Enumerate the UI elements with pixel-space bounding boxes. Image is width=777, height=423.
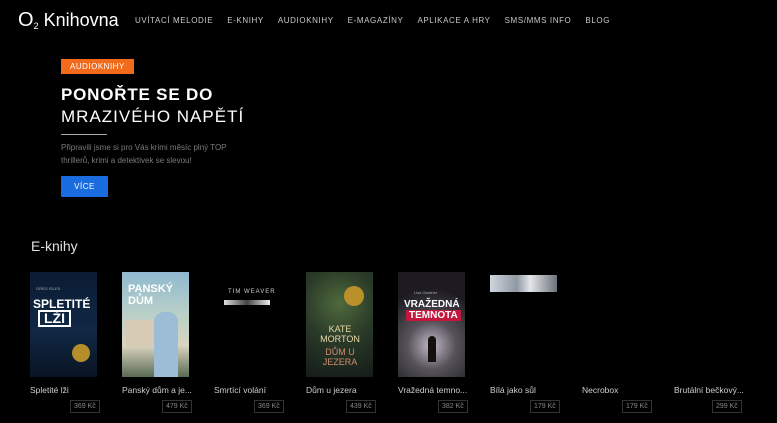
nav-item-blog[interactable]: BLOG	[585, 16, 610, 25]
main-nav: UVÍTACÍ MELODIE E-KNIHY AUDIOKNIHY E-MAG…	[135, 16, 624, 25]
book-card[interactable]: TIM WEAVER Smrtící volání 369 Kč	[214, 272, 294, 423]
book-title[interactable]: Vražedná temno...	[398, 385, 476, 395]
book-title[interactable]: Bílá jako sůl	[490, 385, 568, 395]
book-price: 179 Kč	[622, 400, 652, 413]
book-cover[interactable]	[582, 272, 649, 377]
book-title[interactable]: Brutální bečkový...	[674, 385, 752, 395]
book-card[interactable]: Bílá jako sůl 179 Kč	[490, 272, 570, 423]
nav-item-e-knihy[interactable]: E-KNIHY	[227, 16, 264, 25]
book-card[interactable]: Lisa Gardner VRAŽEDNÁ TEMNOTA Vražedná t…	[398, 272, 478, 423]
hero-description: Připravili jsme si pro Vás krimi měsíc p…	[61, 143, 227, 165]
hero-divider	[61, 134, 107, 135]
book-card[interactable]: GREG ISLES SPLETITÉ LŽI Spletité lži 369…	[30, 272, 110, 423]
book-price: 299 Kč	[712, 400, 742, 413]
book-price: 382 Kč	[438, 400, 468, 413]
top-header: O2 Knihovna UVÍTACÍ MELODIE E-KNIHY AUDI…	[0, 0, 777, 42]
book-cover[interactable]: TIM WEAVER	[214, 272, 281, 377]
book-title[interactable]: Dům u jezera	[306, 385, 384, 395]
hero-subtitle: MRAZIVÉHO NAPĚTÍ	[61, 107, 245, 126]
book-cover[interactable]: GREG ISLES SPLETITÉ LŽI	[30, 272, 97, 377]
book-cover[interactable]	[674, 272, 741, 377]
book-cover[interactable]: PANSKÝ DŮM	[122, 272, 189, 377]
hero-more-button[interactable]: VÍCE	[61, 176, 108, 197]
nav-item-e-magaziny[interactable]: E-MAGAZÍNY	[348, 16, 404, 25]
bestseller-seal-icon	[344, 286, 364, 306]
hero-title: PONOŘTE SE DO	[61, 85, 214, 104]
book-title[interactable]: Panský dům a je...	[122, 385, 200, 395]
book-card[interactable]: Necrobox 179 Kč	[582, 272, 662, 423]
o2-knihovna-logo[interactable]: O2 Knihovna	[18, 9, 119, 32]
section-title-e-knihy: E-knihy	[31, 238, 78, 254]
bestseller-seal-icon	[72, 344, 90, 362]
book-card[interactable]: KATE MORTON DŮM U JEZERA Dům u jezera 43…	[306, 272, 386, 423]
book-title[interactable]: Spletité lži	[30, 385, 108, 395]
book-carousel: GREG ISLES SPLETITÉ LŽI Spletité lži 369…	[0, 272, 777, 423]
book-cover[interactable]	[490, 272, 557, 377]
o2-logo-mark: O2	[18, 9, 39, 31]
book-cover[interactable]: KATE MORTON DŮM U JEZERA	[306, 272, 373, 377]
nav-item-aplikace-a-hry[interactable]: APLIKACE A HRY	[417, 16, 490, 25]
hero-category-badge[interactable]: AUDIOKNIHY	[61, 59, 134, 74]
book-cover[interactable]: Lisa Gardner VRAŽEDNÁ TEMNOTA	[398, 272, 465, 377]
book-title[interactable]: Smrtící volání	[214, 385, 292, 395]
book-price: 369 Kč	[254, 400, 284, 413]
nav-item-uvitaci-melodie[interactable]: UVÍTACÍ MELODIE	[135, 16, 213, 25]
book-card[interactable]: Brutální bečkový... 299 Kč	[674, 272, 754, 423]
book-card[interactable]: PANSKÝ DŮM Panský dům a je... 479 Kč	[122, 272, 202, 423]
nav-item-audioknihy[interactable]: AUDIOKNIHY	[278, 16, 334, 25]
logo-name: Knihovna	[43, 10, 119, 30]
book-price: 179 Kč	[530, 400, 560, 413]
book-title[interactable]: Necrobox	[582, 385, 660, 395]
book-price: 439 Kč	[346, 400, 376, 413]
nav-item-sms-mms-info[interactable]: SMS/MMS INFO	[505, 16, 572, 25]
hero-banner: AUDIOKNIHY PONOŘTE SE DO MRAZIVÉHO NAPĚT…	[61, 56, 361, 197]
book-price: 479 Kč	[162, 400, 192, 413]
book-price: 369 Kč	[70, 400, 100, 413]
